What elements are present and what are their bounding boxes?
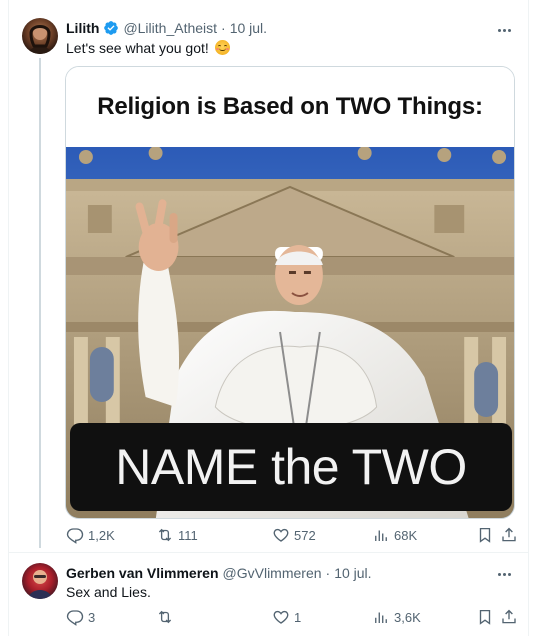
view-count: 68K bbox=[394, 527, 418, 543]
bookmark-button[interactable] bbox=[476, 608, 494, 626]
author-handle[interactable]: @Lilith_Atheist bbox=[123, 20, 217, 36]
like-count: 572 bbox=[294, 527, 316, 543]
bookmark-icon bbox=[479, 527, 491, 543]
bookmark-icon bbox=[479, 609, 491, 625]
header-separator: · bbox=[221, 20, 226, 36]
repost-button[interactable]: 111 bbox=[156, 526, 198, 544]
author-handle[interactable]: @GvVlimmeren bbox=[223, 565, 322, 581]
like-count: 1 bbox=[294, 609, 302, 625]
tweet-actions: 1,2K 111 572 68K bbox=[66, 526, 518, 546]
repost-icon bbox=[158, 528, 172, 542]
reply-count: 1,2K bbox=[88, 527, 115, 543]
meme-title-text: Religion is Based on TWO Things: bbox=[97, 93, 483, 120]
share-button[interactable] bbox=[500, 608, 518, 626]
more-options-icon[interactable] bbox=[493, 567, 515, 581]
views-button[interactable]: 3,6K bbox=[372, 608, 421, 626]
tweet-text: Sex and Lies. bbox=[66, 584, 151, 600]
verified-badge-icon bbox=[104, 21, 119, 35]
tweet-date[interactable]: 10 jul. bbox=[230, 20, 267, 36]
like-button[interactable]: 1 bbox=[272, 608, 301, 626]
view-count: 3,6K bbox=[394, 609, 421, 625]
smiling-face-emoji-icon bbox=[214, 40, 230, 55]
meme-caption-box: NAME the TWO bbox=[70, 423, 512, 511]
tweet[interactable]: Gerben van Vlimmeren @GvVlimmeren · 10 j… bbox=[8, 556, 529, 636]
share-button[interactable] bbox=[500, 526, 518, 544]
author-display-name[interactable]: Lilith bbox=[66, 20, 99, 36]
heart-icon bbox=[273, 610, 289, 624]
like-button[interactable]: 572 bbox=[272, 526, 316, 544]
avatar-photo-icon bbox=[28, 25, 52, 54]
tweet-text-content: Let's see what you got! bbox=[66, 40, 209, 56]
meme-caption-text: NAME the TWO bbox=[115, 439, 467, 495]
tweet-divider bbox=[8, 552, 529, 553]
tweet[interactable]: Lilith @Lilith_Atheist · 10 jul. Let's s… bbox=[8, 8, 529, 551]
reply-button[interactable]: 1,2K bbox=[66, 526, 115, 544]
analytics-bars-icon bbox=[375, 530, 387, 541]
avatar-photo-icon bbox=[28, 570, 52, 599]
repost-button[interactable] bbox=[156, 608, 178, 626]
bookmark-button[interactable] bbox=[476, 526, 494, 544]
tweet-actions: 3 1 3,6K bbox=[66, 608, 518, 628]
reply-icon bbox=[66, 610, 84, 626]
repost-count: 111 bbox=[178, 527, 198, 543]
repost-icon bbox=[158, 610, 172, 624]
reply-button[interactable]: 3 bbox=[66, 608, 95, 626]
tweet-header: Lilith @Lilith_Atheist · 10 jul. bbox=[66, 20, 267, 36]
author-display-name[interactable]: Gerben van Vlimmeren bbox=[66, 565, 219, 581]
timeline: Lilith @Lilith_Atheist · 10 jul. Let's s… bbox=[0, 0, 555, 636]
tweet-media-image[interactable]: Religion is Based on TWO Things: NAME th… bbox=[65, 66, 515, 519]
thread-connector-line bbox=[39, 58, 41, 548]
share-icon bbox=[502, 527, 516, 542]
meme-title-area: Religion is Based on TWO Things: bbox=[66, 67, 514, 147]
tweet-date[interactable]: 10 jul. bbox=[334, 565, 371, 581]
heart-icon bbox=[273, 528, 289, 542]
analytics-bars-icon bbox=[375, 612, 387, 623]
header-separator: · bbox=[325, 565, 331, 581]
tweet-text-content: Sex and Lies. bbox=[66, 584, 151, 600]
avatar[interactable] bbox=[22, 18, 58, 54]
more-options-icon[interactable] bbox=[493, 23, 515, 37]
avatar[interactable] bbox=[22, 563, 58, 599]
share-icon bbox=[502, 609, 516, 624]
tweet-text: Let's see what you got! bbox=[66, 40, 230, 56]
reply-icon bbox=[66, 528, 84, 544]
tweet-header: Gerben van Vlimmeren @GvVlimmeren · 10 j… bbox=[66, 565, 372, 581]
views-button[interactable]: 68K bbox=[372, 526, 417, 544]
reply-count: 3 bbox=[88, 609, 96, 625]
